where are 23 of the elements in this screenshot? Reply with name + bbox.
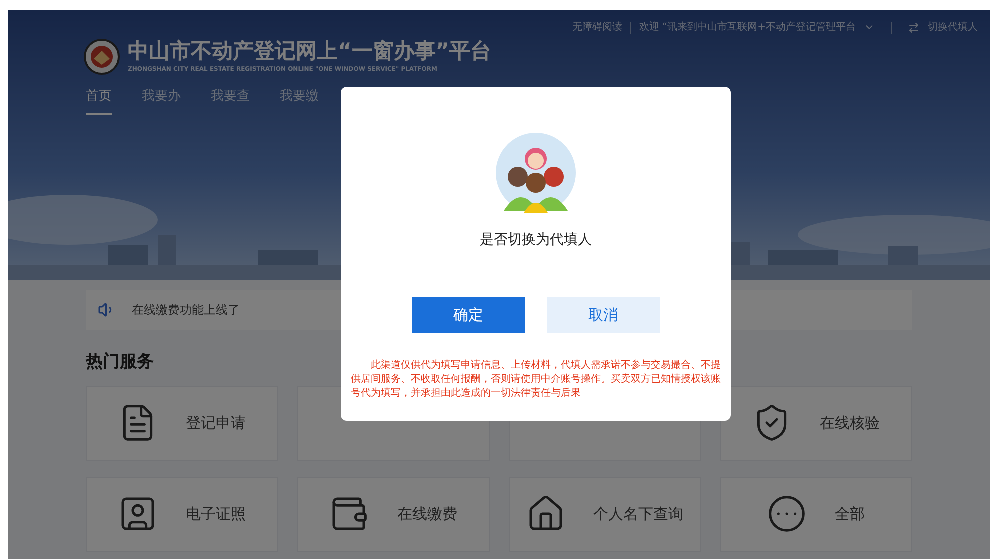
service-card[interactable]: 个人名下查询 (508, 476, 701, 552)
more-icon (766, 494, 807, 534)
section-title: 热门服务 (86, 351, 154, 374)
nav-tab[interactable]: 我要办 (142, 87, 181, 114)
confirm-button[interactable]: 确定 (412, 297, 525, 333)
nav-tab[interactable]: 我要查 (211, 87, 250, 114)
notice-text: 在线缴费功能上线了 (132, 302, 240, 319)
welcome-text: 欢迎 “讯来到中山市互联网+不动产登记管理平台 (639, 20, 856, 35)
service-card[interactable]: 登记申请 (86, 386, 278, 460)
nav-tab[interactable]: 我要缴 (280, 87, 319, 114)
site-title: 中山市不动产登记网上“一窗办事”平台 (128, 40, 492, 62)
swap-icon[interactable] (908, 22, 920, 34)
cancel-button[interactable]: 取消 (547, 297, 660, 333)
emblem-logo (84, 39, 120, 75)
service-card[interactable]: 在线缴费 (297, 476, 490, 552)
service-card[interactable]: 全部 (720, 476, 912, 552)
dialog-message: 是否切换为代填人 (480, 231, 592, 250)
nav-tab[interactable]: 首页 (86, 87, 112, 114)
service-card[interactable]: 在线核验 (720, 386, 912, 460)
service-card[interactable]: 电子证照 (86, 476, 278, 552)
switch-filler-link[interactable]: 切换代填人 (928, 20, 978, 35)
disclaimer-text: 此渠道仅供代为填写申请信息、上传材料，代填人需承诺不参与交易撮合、不提供居间服务、不收取任何报酬，否则请使用中介账号操作。买卖双方已知情授权该账号代为填写，并承担由此造成的一切法律责任与后果 (350, 359, 722, 401)
accessibility-link[interactable]: 无障碍阅读 (572, 20, 622, 35)
